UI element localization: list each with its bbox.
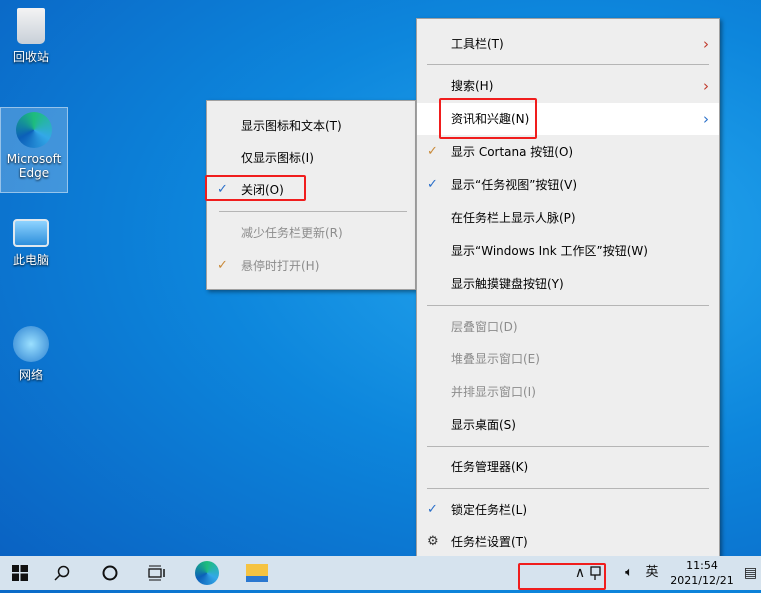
desktop-icon-network[interactable]: 网络 — [0, 322, 62, 383]
task-view-icon — [148, 565, 165, 581]
item-label: 锁定任务栏(L) — [451, 503, 528, 517]
item-label: 搜索(H) — [451, 79, 494, 93]
icon-label: Microsoft Edge — [6, 152, 62, 180]
highlight-box-tray — [518, 563, 606, 590]
item-label: 减少任务栏更新(R) — [241, 226, 343, 240]
submenu-item-icon-only[interactable]: 仅显示图标(I) — [207, 142, 415, 174]
menu-item-side-by-side: 并排显示窗口(I) — [417, 376, 719, 408]
cortana-button[interactable] — [90, 556, 130, 590]
submenu-item-show-icon-text[interactable]: 显示图标和文本(T) — [207, 110, 415, 142]
item-label: 显示 Cortana 按钮(O) — [451, 145, 574, 159]
separator — [427, 446, 709, 447]
icon-label: 网络 — [18, 368, 43, 382]
item-label: 并排显示窗口(I) — [451, 385, 536, 399]
start-button[interactable] — [0, 556, 40, 590]
chevron-right-icon: › — [703, 35, 709, 53]
menu-item-task-view[interactable]: ✓ 显示“任务视图”按钮(V) — [417, 169, 719, 201]
windows-icon — [12, 565, 28, 581]
check-icon: ✓ — [217, 258, 228, 273]
search-icon — [54, 565, 70, 581]
menu-item-people[interactable]: 在任务栏上显示人脉(P) — [417, 202, 719, 234]
clock-time: 11:54 — [686, 559, 718, 572]
menu-item-stack: 堆叠显示窗口(E) — [417, 343, 719, 375]
menu-item-lock-taskbar[interactable]: ✓ 锁定任务栏(L) — [417, 494, 719, 526]
icon-label: 回收站 — [12, 50, 49, 64]
item-label: 堆叠显示窗口(E) — [451, 352, 540, 366]
item-label: 显示图标和文本(T) — [241, 119, 342, 133]
item-label: 在任务栏上显示人脉(P) — [451, 211, 576, 225]
menu-item-show-cortana[interactable]: ✓ 显示 Cortana 按钮(O) — [417, 136, 719, 168]
highlight-box-off — [205, 175, 306, 201]
separator — [427, 488, 709, 489]
check-icon: ✓ — [427, 177, 438, 192]
item-label: 工具栏(T) — [451, 37, 504, 51]
folder-icon — [246, 564, 268, 582]
check-icon: ✓ — [427, 144, 438, 159]
menu-item-taskbar-settings[interactable]: ⚙ 任务栏设置(T) — [417, 526, 719, 558]
action-center-button[interactable]: ▤ — [740, 556, 761, 590]
separator — [427, 64, 709, 65]
item-label: 显示“Windows Ink 工作区”按钮(W) — [451, 244, 648, 258]
desktop-icon-recycle-bin[interactable]: 回收站 — [0, 4, 62, 65]
ime-indicator[interactable]: 英 — [640, 556, 664, 590]
separator — [427, 305, 709, 306]
item-label: 任务栏设置(T) — [451, 535, 528, 549]
item-label: 显示桌面(S) — [451, 418, 516, 432]
gear-icon: ⚙ — [427, 534, 439, 549]
menu-item-touch-keyboard[interactable]: 显示触摸键盘按钮(Y) — [417, 268, 719, 300]
edge-icon — [195, 561, 219, 585]
task-view-button[interactable] — [137, 556, 177, 590]
item-label: 显示“任务视图”按钮(V) — [451, 178, 578, 192]
chevron-right-icon: › — [703, 110, 709, 128]
desktop-icon-edge[interactable]: Microsoft Edge — [0, 107, 68, 193]
cortana-icon — [102, 565, 118, 581]
item-label: 显示触摸键盘按钮(Y) — [451, 277, 564, 291]
edge-icon — [16, 112, 52, 148]
submenu-item-reduce-updates: 减少任务栏更新(R) — [207, 217, 415, 249]
search-button[interactable] — [42, 556, 82, 590]
submenu-item-open-on-hover: ✓ 悬停时打开(H) — [207, 250, 415, 282]
file-explorer-button[interactable] — [237, 556, 277, 590]
item-label: 仅显示图标(I) — [241, 151, 314, 165]
item-label: 层叠窗口(D) — [451, 320, 518, 334]
item-label: 悬停时打开(H) — [241, 259, 320, 273]
menu-item-task-manager[interactable]: 任务管理器(K) — [417, 451, 719, 483]
taskbar: ∧ 🔈︎ 英 11:54 2021/12/21 ▤ — [0, 556, 761, 590]
clock-date: 2021/12/21 — [670, 574, 734, 587]
item-label: 任务管理器(K) — [451, 460, 529, 474]
icon-label: 此电脑 — [12, 253, 49, 267]
desktop-icon-this-pc[interactable]: 此电脑 — [0, 215, 62, 268]
network-icon — [13, 326, 49, 362]
chevron-right-icon: › — [703, 77, 709, 95]
recycle-bin-icon — [17, 8, 45, 44]
highlight-box-news-interests — [439, 98, 537, 139]
check-icon: ✓ — [427, 502, 438, 517]
menu-item-windows-ink[interactable]: 显示“Windows Ink 工作区”按钮(W) — [417, 235, 719, 267]
edge-taskbar-button[interactable] — [187, 556, 227, 590]
clock[interactable]: 11:54 2021/12/21 — [666, 556, 738, 590]
computer-icon — [13, 219, 49, 247]
notification-icon: ▤ — [743, 565, 758, 581]
menu-item-cascade: 层叠窗口(D) — [417, 311, 719, 343]
separator — [219, 211, 407, 212]
menu-item-show-desktop[interactable]: 显示桌面(S) — [417, 409, 719, 441]
menu-item-toolbars[interactable]: 工具栏(T) › — [417, 28, 719, 60]
